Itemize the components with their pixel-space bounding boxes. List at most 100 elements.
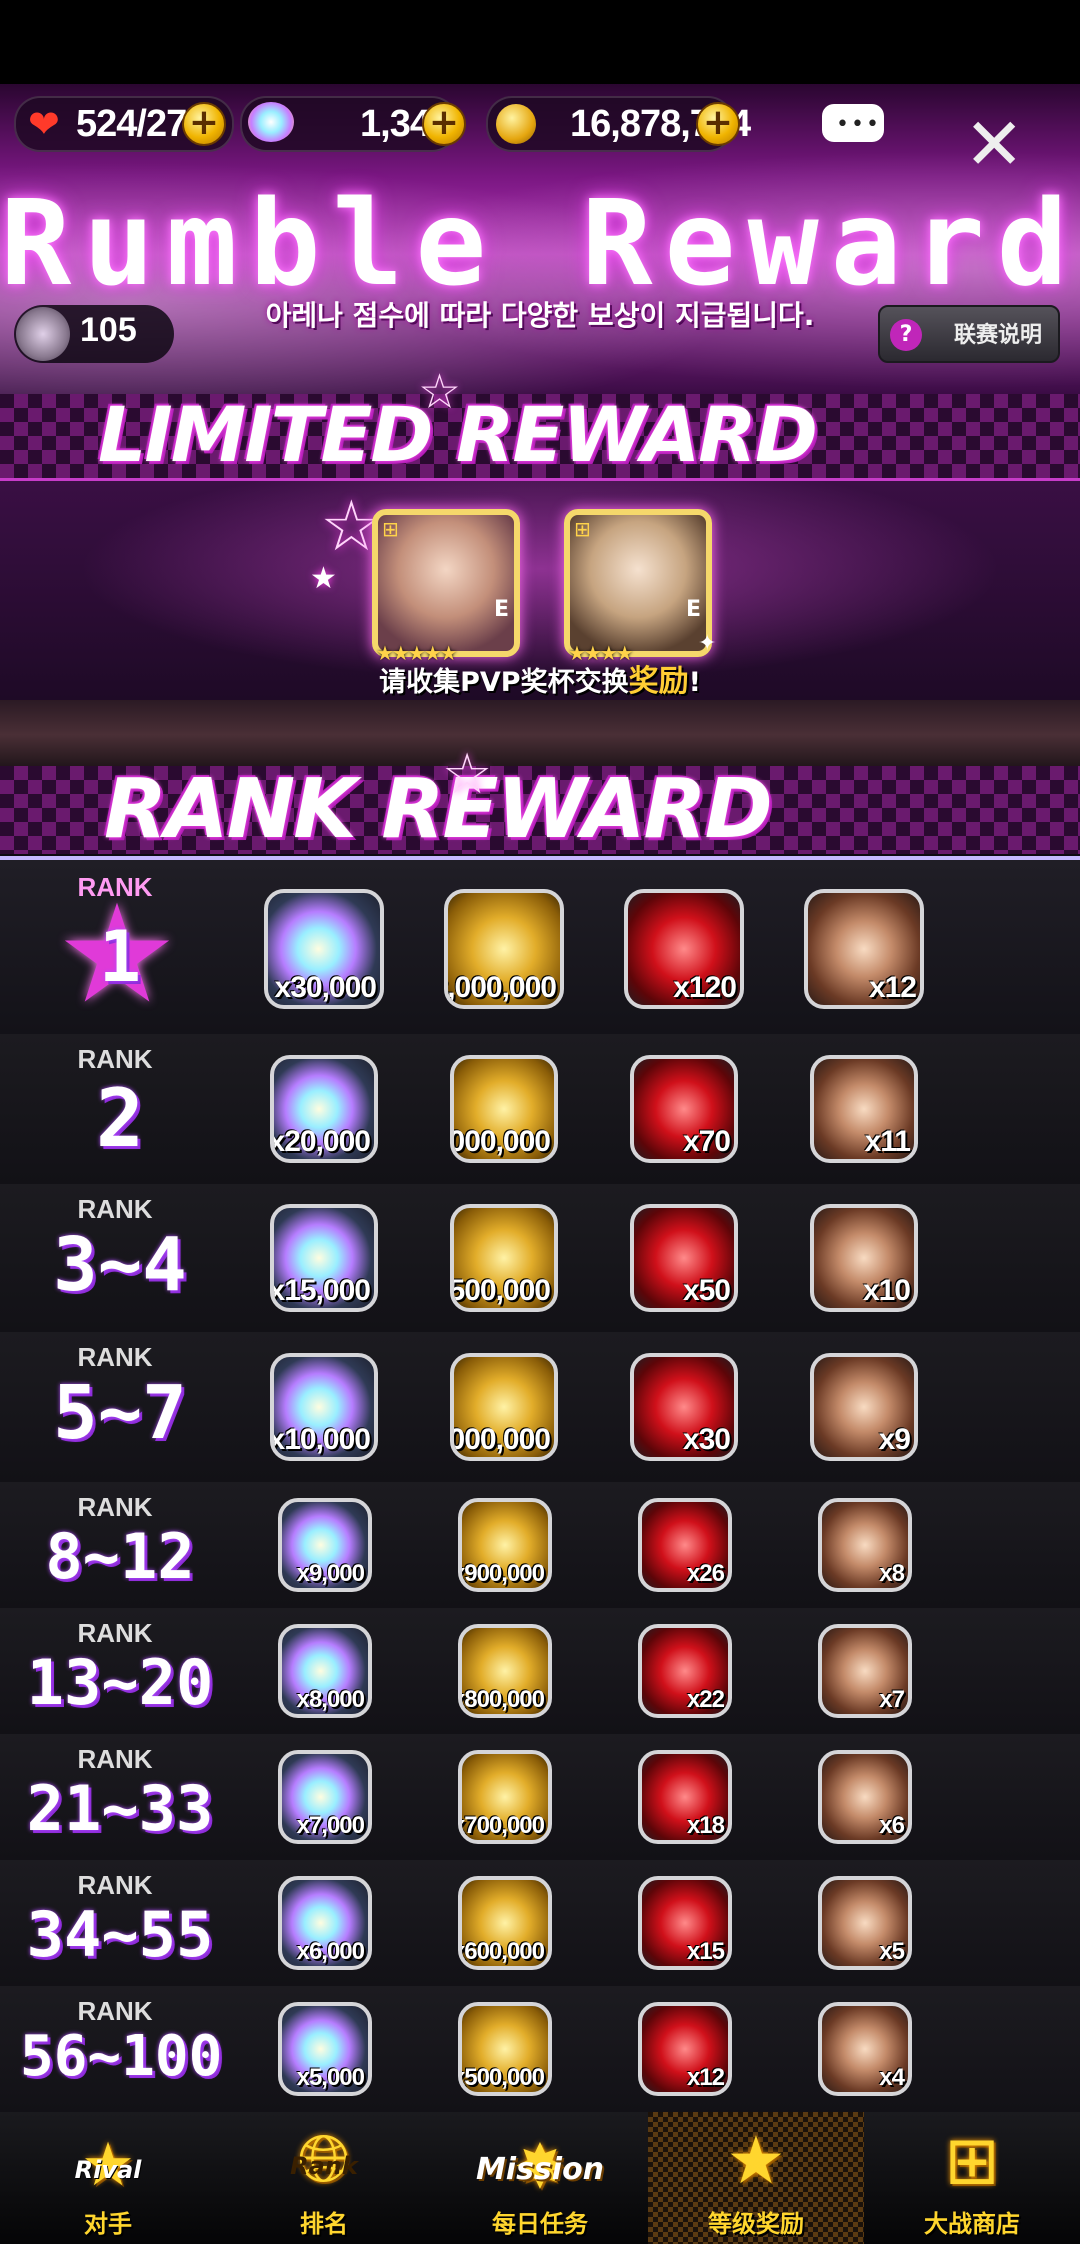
hero-grade: E <box>686 597 702 622</box>
add-gold-button[interactable]: + <box>696 102 740 146</box>
gem-reward[interactable]: x8,000 <box>278 1624 372 1718</box>
nav-mission[interactable]: ✸ Mission 每日任务 <box>432 2112 648 2244</box>
rank-row: RANK 56~100 x5,000 x500,000 x12 x4 <box>0 1986 1080 2114</box>
gem-reward[interactable]: x5,000 <box>278 2002 372 2096</box>
nav-level-reward-label: 等级奖励 <box>708 2210 804 2238</box>
nav-rank-label: 排名 <box>300 2210 348 2238</box>
collect-text-highlight: 奖励 <box>628 664 689 699</box>
rank-number: 1 <box>98 916 142 998</box>
gold-reward[interactable]: x700,000 <box>458 1750 552 1844</box>
status-bar <box>0 0 1080 84</box>
reward-quantity: x3,000,000 <box>447 971 557 1004</box>
nav-rival[interactable]: ★ Rival 对手 <box>0 2112 216 2244</box>
gold-reward[interactable]: x1,000,000 <box>450 1353 558 1461</box>
trophy-reward[interactable]: x11 <box>810 1055 918 1163</box>
gem-reward[interactable]: x10,000 <box>270 1353 378 1461</box>
ruby-reward[interactable]: x18 <box>638 1750 732 1844</box>
gem-reward[interactable]: x15,000 <box>270 1204 378 1312</box>
reward-quantity: x15,000 <box>270 1274 371 1307</box>
mission-icon-text: Mission <box>475 2152 605 2187</box>
rank-number: 5~7 <box>53 1370 187 1456</box>
reward-quantity: x8 <box>879 1560 905 1587</box>
nav-rival-label: 对手 <box>84 2210 132 2238</box>
reward-quantity: x6,000 <box>296 1938 365 1965</box>
gold-reward[interactable]: x2,000,000 <box>450 1055 558 1163</box>
rank-label: RANK <box>77 1618 153 1648</box>
gem-reward[interactable]: x20,000 <box>270 1055 378 1163</box>
reward-quantity: x30,000 <box>274 971 377 1004</box>
ruby-reward[interactable]: x120 <box>624 889 744 1009</box>
trophy-reward[interactable]: x8 <box>818 1498 912 1592</box>
gold-reward[interactable]: x800,000 <box>458 1624 552 1718</box>
trophy-reward[interactable]: x10 <box>810 1204 918 1312</box>
rank-number: 21~33 <box>26 1772 214 1845</box>
rainbow-gem-icon <box>248 102 294 142</box>
trophy-reward[interactable]: x7 <box>818 1624 912 1718</box>
rank-number: 8~12 <box>45 1520 195 1593</box>
collect-text-end: ! <box>688 667 701 698</box>
limited-reward-banner: LIMITED REWARD ☆ <box>0 364 1080 479</box>
rank-reward-title: RANK REWARD <box>104 762 773 857</box>
ruby-reward[interactable]: x26 <box>638 1498 732 1592</box>
reward-quantity: x20,000 <box>270 1125 371 1158</box>
hero-portrait[interactable]: ⊞ E <box>564 509 712 657</box>
trophy-reward[interactable]: x6 <box>818 1750 912 1844</box>
ruby-reward[interactable]: x50 <box>630 1204 738 1312</box>
nav-rank[interactable]: 🌐︎ Rank 排名 <box>216 2112 432 2244</box>
rank-number: 2 <box>95 1072 145 1165</box>
add-hearts-button[interactable]: + <box>182 102 226 146</box>
nav-level-reward[interactable]: ★ 等级奖励 <box>648 2112 864 2244</box>
chat-bubble-icon[interactable]: ••• <box>822 104 884 142</box>
ruby-reward[interactable]: x30 <box>630 1353 738 1461</box>
gem-reward[interactable]: x6,000 <box>278 1876 372 1970</box>
gold-reward[interactable]: x1,500,000 <box>450 1204 558 1312</box>
gold-reward[interactable]: x3,000,000 <box>444 889 564 1009</box>
trophy-reward[interactable]: x4 <box>818 2002 912 2096</box>
close-icon[interactable]: ✕ <box>964 108 1024 180</box>
gold-reward[interactable]: x500,000 <box>458 2002 552 2096</box>
ruby-reward[interactable]: x12 <box>638 2002 732 2096</box>
gold-coin-icon <box>496 104 536 144</box>
league-help-label: 联赛说明 <box>953 323 1042 348</box>
rank-label: RANK <box>77 1744 153 1774</box>
gold-reward[interactable]: x900,000 <box>458 1498 552 1592</box>
sparkle-star-icon: ★ <box>310 561 337 596</box>
nav-shop[interactable]: ⊞ 大战商店 <box>864 2112 1080 2244</box>
nav-shop-label: 大战商店 <box>924 2210 1020 2238</box>
hero-portrait[interactable]: ⊞ E <box>372 509 520 657</box>
reward-quantity: x1,500,000 <box>450 1274 551 1307</box>
league-help-button[interactable]: ? 联赛说明 <box>878 305 1060 363</box>
gold-reward[interactable]: x600,000 <box>458 1876 552 1970</box>
plus-badge-icon: ⊞ <box>574 517 591 541</box>
reward-quantity: x9,000 <box>296 1560 365 1587</box>
heart-icon: ❤ <box>28 102 60 146</box>
star-icon: ☆ <box>418 364 462 420</box>
collect-text-main: 请收集PVP奖杯交换 <box>379 667 629 698</box>
add-gems-button[interactable]: + <box>422 102 466 146</box>
trophy-reward[interactable]: x12 <box>804 889 924 1009</box>
reward-quantity: x11 <box>864 1125 911 1158</box>
ruby-reward[interactable]: x70 <box>630 1055 738 1163</box>
rank-number: 13~20 <box>26 1646 214 1719</box>
ruby-reward[interactable]: x15 <box>638 1876 732 1970</box>
trophy-count: 105 <box>80 311 137 349</box>
trophy-reward[interactable]: x9 <box>810 1353 918 1461</box>
gift-icon: ⊞ <box>944 2122 1000 2199</box>
gem-reward[interactable]: x30,000 <box>264 889 384 1009</box>
rank-number: 34~55 <box>26 1898 214 1971</box>
reward-quantity: x2,000,000 <box>450 1125 551 1158</box>
collect-trophies-text: 请收集PVP奖杯交换奖励! <box>0 656 1080 700</box>
trophy-reward[interactable]: x5 <box>818 1876 912 1970</box>
ruby-reward[interactable]: x22 <box>638 1624 732 1718</box>
rank-label: RANK <box>77 1342 153 1372</box>
gem-reward[interactable]: x9,000 <box>278 1498 372 1592</box>
reward-quantity: x7,000 <box>296 1812 365 1839</box>
trophy-count-pill: 105 <box>14 305 174 363</box>
reward-quantity: x26 <box>686 1560 725 1587</box>
reward-quantity: x600,000 <box>458 1938 545 1965</box>
rank-row: RANK2 x20,000 x2,000,000 x70 x11 <box>0 1034 1080 1186</box>
gem-reward[interactable]: x7,000 <box>278 1750 372 1844</box>
rival-icon-text: Rival <box>74 2156 142 2184</box>
reward-quantity: x18 <box>686 1812 725 1839</box>
rank-label: RANK <box>77 1044 153 1074</box>
